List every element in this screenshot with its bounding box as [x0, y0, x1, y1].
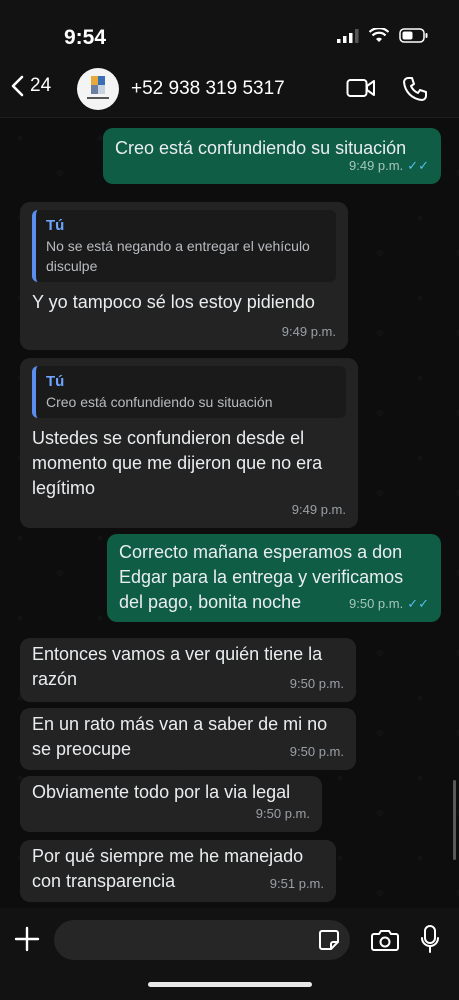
read-ticks-icon: ✓✓	[407, 158, 429, 173]
read-ticks-icon: ✓✓	[407, 596, 429, 611]
message-time: 9:50 p.m.	[289, 676, 344, 691]
quote-text: Creo está confundiendo su situación	[46, 394, 273, 410]
plus-icon[interactable]	[14, 926, 40, 952]
avatar[interactable]	[77, 68, 119, 110]
message-time: 9:49 p.m.	[349, 158, 404, 173]
message-incoming[interactable]: En un rato más van a saber de mi no se p…	[20, 708, 356, 770]
home-indicator[interactable]	[148, 982, 312, 987]
message-incoming[interactable]: Tú No se está negando a entregar el vehí…	[20, 202, 348, 350]
message-outgoing[interactable]: Correcto mañana esperamos a don Edgar pa…	[107, 534, 441, 622]
message-time: 9:50 p.m.	[289, 744, 344, 759]
message-incoming[interactable]: Por qué siempre me he manejado con trans…	[20, 840, 336, 902]
quoted-message[interactable]: Tú No se está negando a entregar el vehí…	[32, 210, 336, 282]
quote-author: Tú	[46, 217, 65, 234]
message-meta: 9:49 p.m. ✓✓	[349, 153, 429, 178]
quote-author: Tú	[46, 373, 65, 390]
message-time: 9:51 p.m.	[269, 876, 324, 891]
message-meta: 9:51 p.m.	[270, 871, 324, 896]
status-icons	[337, 28, 429, 43]
message-incoming[interactable]: Tú Creo está confundiendo su situación U…	[20, 358, 358, 528]
wifi-icon	[369, 28, 389, 42]
avatar-logo	[87, 76, 109, 99]
chat-area[interactable]: Creo está confundiendo su situación 9:49…	[0, 118, 459, 908]
message-time: 9:49 p.m.	[281, 324, 336, 339]
message-meta: 9:50 p.m. ✓✓	[349, 591, 429, 616]
message-meta: 9:50 p.m.	[290, 671, 344, 696]
status-time: 9:54	[64, 26, 107, 49]
message-text: Ustedes se confundieron desde el momento…	[32, 428, 323, 498]
camera-icon[interactable]	[371, 928, 399, 952]
contact-name[interactable]: +52 938 319 5317	[131, 78, 285, 100]
message-meta: 9:50 p.m.	[290, 739, 344, 764]
status-bar: 9:54	[0, 0, 459, 62]
message-time: 9:50 p.m.	[349, 596, 404, 611]
back-button[interactable]: 24	[10, 75, 51, 97]
message-incoming[interactable]: Entonces vamos a ver quién tiene la razó…	[20, 638, 356, 702]
signal-icon	[337, 28, 359, 43]
message-time: 9:50 p.m.	[255, 806, 310, 821]
video-call-icon[interactable]	[346, 76, 376, 100]
message-meta: 9:49 p.m.	[282, 319, 336, 344]
message-incoming[interactable]: Obviamente todo por la via legal 9:50 p.…	[20, 776, 322, 832]
unread-count: 24	[30, 75, 52, 96]
message-outgoing[interactable]: Creo está confundiendo su situación 9:49…	[103, 128, 441, 184]
chevron-left-icon	[11, 75, 24, 97]
message-time: 9:49 p.m.	[291, 502, 346, 517]
microphone-icon[interactable]	[420, 924, 440, 954]
message-meta: 9:49 p.m.	[292, 497, 346, 522]
sticker-icon[interactable]	[318, 929, 340, 951]
battery-icon	[399, 28, 428, 43]
message-text: Y yo tampoco sé los estoy pidiendo	[32, 292, 315, 312]
quoted-message[interactable]: Tú Creo está confundiendo su situación	[32, 366, 346, 418]
scrollbar[interactable]	[453, 780, 456, 860]
quote-text: No se está negando a entregar el vehícul…	[46, 238, 310, 274]
message-meta: 9:50 p.m.	[256, 801, 310, 826]
chat-header: 24 +52 938 319 5317	[0, 62, 459, 118]
phone-icon[interactable]	[402, 76, 428, 102]
message-input[interactable]	[54, 920, 350, 960]
